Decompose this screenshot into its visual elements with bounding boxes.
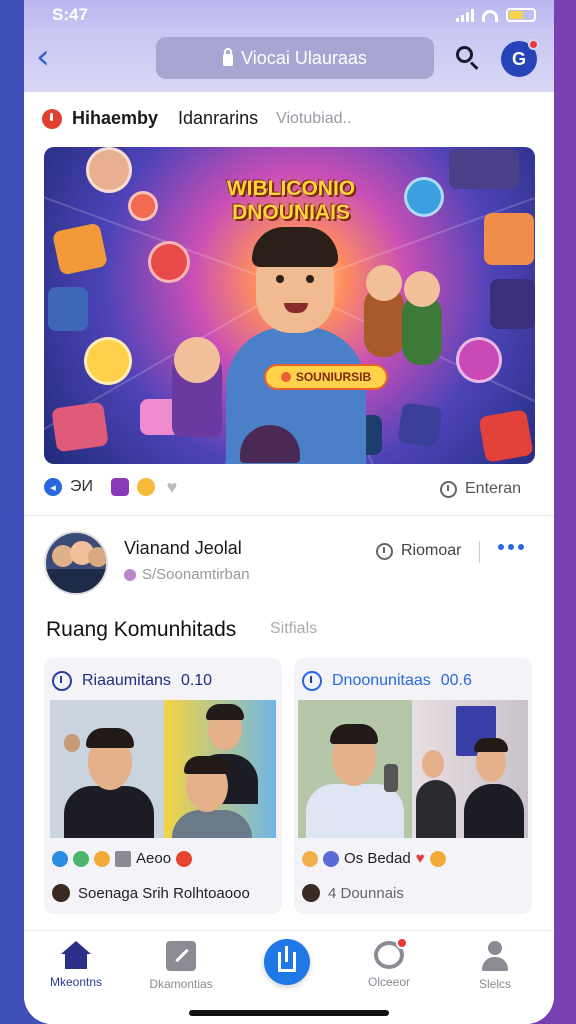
lock-icon — [223, 48, 234, 66]
comment-icon — [440, 480, 457, 498]
members-icon — [376, 542, 393, 560]
comment-button[interactable]: Enteran — [440, 480, 521, 498]
divider — [24, 515, 554, 516]
top-bar: ‹ Viocai Ulauraas G — [24, 32, 554, 92]
status-bar: S:47 — [24, 0, 554, 32]
nav-chat-label: Olceeor — [367, 975, 411, 989]
emoji-icon[interactable] — [323, 850, 339, 867]
section-link[interactable]: Sitfials — [270, 620, 317, 638]
card-footer: 4 Dounnais — [302, 884, 404, 902]
post-meta: Viotubiad.. — [276, 109, 352, 127]
nav-chat[interactable]: Olceeor — [344, 937, 434, 999]
reaction-badge-icon — [429, 850, 446, 867]
reaction-bar: ◂ ЭИ ♥ — [44, 477, 181, 497]
emoji-icon[interactable] — [137, 478, 155, 496]
banner-cta-button[interactable]: SOUNIURSIB — [266, 366, 386, 388]
community-icon — [52, 671, 72, 691]
create-icon — [278, 946, 296, 972]
signal-icon — [456, 9, 474, 22]
author-avatar[interactable] — [52, 884, 70, 902]
card-photo — [298, 700, 412, 838]
bookmark-icon[interactable] — [111, 478, 129, 496]
post-banner-image[interactable]: WIBLICONIO DNOUNIAIS SOUNIURSIB — [44, 147, 535, 464]
community-card[interactable]: Dnoonunitaas 00.6 Os Bedad ♥ 4 Dounnais — [294, 658, 532, 914]
reaction-count: ЭИ — [70, 478, 93, 495]
post-displayname[interactable]: Idanrarins — [178, 108, 258, 129]
card-count: 0.10 — [180, 672, 213, 689]
card-title: Dnoonunitaas — [332, 672, 431, 689]
page-title: Viocai Ulauraas — [241, 47, 367, 68]
section-title: Ruang Komunhitads — [46, 618, 237, 641]
post-username[interactable]: Hihaemby — [72, 108, 158, 129]
nav-profile[interactable]: Slelcs — [450, 941, 540, 999]
smile-icon[interactable] — [94, 850, 110, 867]
emoji-icon[interactable] — [73, 850, 89, 867]
community-card[interactable]: Riaaumitans 0.10 Aeoo Soenaga Srih Rolht… — [44, 658, 282, 914]
chat-badge — [396, 937, 408, 949]
live-icon — [42, 108, 62, 129]
like-icon[interactable]: ◂ — [44, 478, 62, 496]
notification-dot — [528, 39, 539, 50]
card-photo — [50, 700, 164, 838]
author-avatar[interactable] — [302, 884, 320, 902]
group-name[interactable]: Vianand Jeolal — [124, 538, 242, 559]
card-footer-text: 4 Dounnais — [328, 884, 404, 902]
nav-communities-label: Dkamontias — [149, 977, 213, 991]
square-icon — [166, 941, 196, 971]
search-button[interactable] — [454, 44, 482, 72]
group-avatar[interactable] — [44, 531, 108, 595]
home-icon — [61, 941, 91, 969]
card-header: Dnoonunitaas 00.6 — [302, 671, 472, 691]
card-photo — [164, 700, 276, 838]
more-options-button[interactable] — [498, 544, 524, 550]
card-footer: Soenaga Srih Rolhtoaooo — [52, 884, 250, 902]
banner-title: WIBLICONIO DNOUNIAIS — [226, 177, 356, 224]
card-title: Riaaumitans — [82, 672, 171, 689]
nav-communities[interactable]: Dkamontias — [136, 941, 226, 999]
heart-icon[interactable]: ♥ — [416, 850, 425, 867]
card-count: 00.6 — [440, 672, 472, 689]
back-button[interactable]: ‹ — [36, 40, 68, 76]
post-header: Hihaemby Idanrarins Viotubiad.. — [42, 108, 351, 129]
list-icon[interactable] — [115, 850, 131, 867]
reaction-badge-icon — [176, 850, 193, 867]
status-time: S:47 — [52, 5, 88, 24]
thumb-icon[interactable] — [302, 850, 318, 867]
banner-cta-label: SOUNIURSIB — [295, 370, 372, 384]
card-photo — [412, 700, 528, 838]
comment-label: Enteran — [465, 480, 522, 497]
like-icon[interactable] — [52, 850, 68, 867]
status-icons — [456, 8, 536, 22]
create-button[interactable] — [264, 939, 310, 985]
home-indicator — [189, 1010, 389, 1016]
title-pill[interactable]: Viocai Ulauraas — [156, 37, 434, 79]
nav-home[interactable]: Mkeontns — [31, 941, 121, 999]
group-status-icon — [124, 568, 136, 581]
search-icon — [456, 46, 473, 63]
nav-profile-label: Slelcs — [478, 977, 511, 991]
community-icon — [302, 671, 322, 691]
card-header: Riaaumitans 0.10 — [52, 671, 212, 691]
separator — [479, 541, 480, 563]
person-icon — [480, 941, 510, 971]
nav-home-label: Mkeontns — [49, 975, 103, 989]
heart-icon[interactable]: ♥ — [163, 477, 181, 497]
card-reaction-text: Os Bedad — [344, 850, 411, 867]
profile-button[interactable]: G — [501, 39, 539, 77]
group-subtitle-row: S/Soonamtirban — [124, 566, 250, 583]
wifi-icon — [482, 10, 498, 22]
members-button[interactable]: Riomoar — [376, 542, 461, 560]
card-reactions: Aeoo — [52, 850, 193, 867]
card-footer-text: Soenaga Srih Rolhtoaooo — [78, 884, 250, 902]
battery-icon — [506, 8, 536, 22]
card-reaction-text: Aeoo — [136, 850, 172, 867]
app-screen: S:47 ‹ Viocai Ulauraas G Hihaemby Idanra… — [24, 0, 554, 1024]
card-reactions: Os Bedad ♥ — [302, 850, 446, 867]
group-subtitle: S/Soonamtirban — [142, 566, 250, 583]
chat-icon — [374, 937, 408, 969]
members-label: Riomoar — [401, 542, 462, 559]
